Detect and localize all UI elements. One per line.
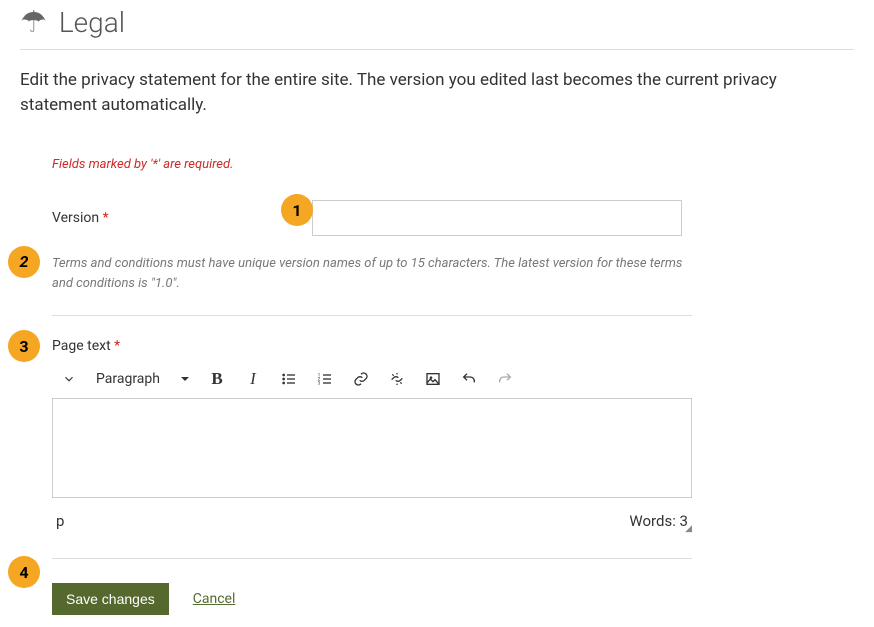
paragraph-select-label: Paragraph xyxy=(96,371,160,387)
image-icon xyxy=(425,371,441,387)
bold-button[interactable]: B xyxy=(208,370,226,388)
page-title: Legal xyxy=(59,6,125,39)
version-help-row: 2 Terms and conditions must have unique … xyxy=(52,254,692,316)
undo-icon xyxy=(461,371,477,387)
page-header: ☂ Legal xyxy=(20,0,854,50)
caret-down-icon xyxy=(180,374,190,384)
bullet-list-icon xyxy=(281,371,297,387)
editor-word-count: Words: 3 xyxy=(629,512,688,530)
version-help-text: Terms and conditions must have unique ve… xyxy=(52,256,682,291)
version-input[interactable] xyxy=(312,200,682,236)
version-row: 1 Version * xyxy=(52,200,822,236)
intro-text: Edit the privacy statement for the entir… xyxy=(20,50,854,157)
pagetext-editor[interactable] xyxy=(52,398,692,498)
editor-status-bar: p Words: 3 ◢ xyxy=(52,498,692,534)
editor-toolbar: Paragraph B I 123 xyxy=(52,364,822,398)
pagetext-label-area: Page text * xyxy=(52,338,822,354)
numbered-list-button[interactable]: 123 xyxy=(316,370,334,388)
resize-handle-icon[interactable]: ◢ xyxy=(685,524,692,534)
cancel-link[interactable]: Cancel xyxy=(193,591,236,607)
chevron-down-icon xyxy=(62,372,76,386)
italic-button[interactable]: I xyxy=(244,370,262,388)
image-button[interactable] xyxy=(424,370,442,388)
version-label: Version xyxy=(52,210,99,226)
link-icon xyxy=(353,371,369,387)
callout-marker-2: 2 xyxy=(8,246,40,278)
save-button[interactable]: Save changes xyxy=(52,583,169,615)
undo-button[interactable] xyxy=(460,370,478,388)
redo-icon xyxy=(497,371,513,387)
numbered-list-icon: 123 xyxy=(317,371,333,387)
callout-marker-4: 4 xyxy=(8,556,40,588)
pagetext-label: Page text xyxy=(52,338,111,354)
required-note: Fields marked by '*' are required. xyxy=(52,157,822,172)
expand-toolbar-button[interactable] xyxy=(60,370,78,388)
pagetext-row: 3 Page text * Paragraph B I 1 xyxy=(52,338,822,534)
link-button[interactable] xyxy=(352,370,370,388)
umbrella-icon: ☂ xyxy=(20,8,47,38)
redo-button[interactable] xyxy=(496,370,514,388)
editor-path: p xyxy=(56,512,64,530)
bullet-list-button[interactable] xyxy=(280,370,298,388)
svg-text:3: 3 xyxy=(318,381,321,387)
unlink-button[interactable] xyxy=(388,370,406,388)
buttons-row: 4 Save changes Cancel xyxy=(52,558,692,625)
version-label-area: Version * xyxy=(52,210,312,226)
paragraph-select[interactable]: Paragraph xyxy=(96,371,190,387)
required-asterisk: * xyxy=(114,338,120,354)
required-asterisk: * xyxy=(103,210,109,226)
unlink-icon xyxy=(389,371,405,387)
callout-marker-3: 3 xyxy=(8,330,40,362)
